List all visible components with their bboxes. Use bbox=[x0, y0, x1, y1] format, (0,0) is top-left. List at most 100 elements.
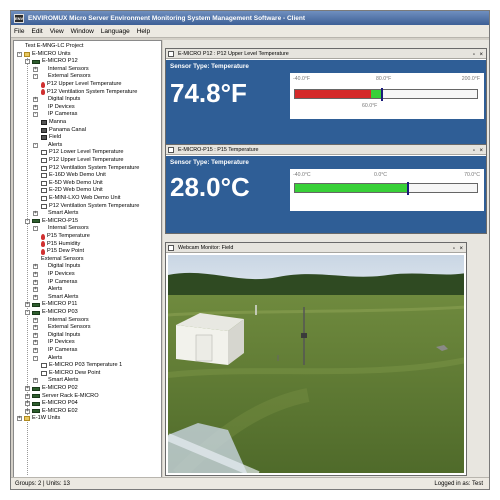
tree-node[interactable]: P12 Ventilation System Temperature bbox=[41, 203, 139, 210]
tree-node[interactable]: - E-MICRO P03 bbox=[25, 309, 78, 316]
tree-node[interactable]: - Internal Sensors bbox=[33, 225, 89, 232]
tree-node[interactable]: - E-MICRO-P15 bbox=[25, 218, 78, 225]
expand-toggle-icon[interactable]: + bbox=[33, 378, 38, 384]
collapse-toggle-icon[interactable]: - bbox=[33, 355, 38, 361]
tree-node[interactable]: - IP Cameras bbox=[33, 111, 77, 118]
tree-node[interactable]: - Alerts bbox=[33, 142, 62, 149]
tree-node[interactable]: + External Sensors bbox=[33, 324, 91, 331]
tree-node[interactable]: + Server Rack E-MICRO bbox=[25, 393, 99, 400]
sensor-window-p15[interactable]: E-MICRO-P15 : P15 Temperature ▫ × Sensor… bbox=[165, 144, 487, 234]
tree-node[interactable]: P12 Ventilation System Temperature bbox=[41, 89, 137, 96]
tree-node[interactable]: P15 Dew Point bbox=[41, 248, 84, 255]
expand-toggle-icon[interactable]: + bbox=[25, 408, 30, 414]
close-icon[interactable]: × bbox=[459, 244, 463, 254]
expand-toggle-icon[interactable]: + bbox=[25, 393, 30, 399]
tree-node[interactable]: + IP Cameras bbox=[33, 347, 77, 354]
expand-toggle-icon[interactable]: + bbox=[33, 332, 38, 338]
restore-icon[interactable]: ▫ bbox=[473, 146, 475, 156]
expand-toggle-icon[interactable]: + bbox=[33, 279, 38, 285]
collapse-toggle-icon[interactable]: - bbox=[33, 74, 38, 80]
tree-node[interactable]: + Smart Alerts bbox=[33, 377, 78, 384]
tree-node[interactable]: E-5D Web Demo Unit bbox=[41, 180, 103, 187]
tree-node[interactable]: + E-MICRO P02 bbox=[25, 385, 78, 392]
expand-toggle-icon[interactable]: + bbox=[33, 317, 38, 323]
tree-node[interactable]: + Smart Alerts bbox=[33, 210, 78, 217]
tree-node[interactable]: E-MICRO P03 Temperature 1 bbox=[41, 362, 122, 369]
tree-node[interactable]: - E-MICRO Units bbox=[17, 51, 71, 58]
expand-toggle-icon[interactable]: + bbox=[33, 272, 38, 277]
tree-node[interactable]: + Alerts bbox=[33, 286, 62, 293]
tree-node[interactable]: Test E-MNG-LC Project bbox=[17, 43, 83, 50]
tree-node[interactable]: P15 Temperature bbox=[41, 233, 90, 240]
expand-toggle-icon[interactable]: + bbox=[33, 66, 38, 72]
tree-node[interactable]: + Digital Inputs bbox=[33, 263, 80, 270]
expand-toggle-icon[interactable]: + bbox=[17, 416, 22, 422]
restore-icon[interactable]: ▫ bbox=[453, 244, 455, 254]
project-tree[interactable]: Test E-MNG-LC Project - E-MICRO Units - E-MI… bbox=[13, 40, 162, 478]
menu-help[interactable]: Help bbox=[137, 28, 150, 35]
expand-toggle-icon[interactable]: + bbox=[33, 211, 38, 217]
expand-toggle-icon[interactable]: + bbox=[25, 386, 30, 391]
tree-node[interactable]: P12 Upper Level Temperature bbox=[41, 81, 122, 88]
collapse-toggle-icon[interactable]: - bbox=[25, 59, 30, 65]
tree-node[interactable]: + Digital Inputs bbox=[33, 332, 80, 339]
webcam-window[interactable]: Webcam Monitor: Field ▫ × bbox=[165, 242, 467, 476]
expand-toggle-icon[interactable]: + bbox=[33, 348, 38, 353]
tree-node[interactable]: E-2D Web Demo Unit bbox=[41, 187, 103, 194]
tree-node[interactable]: + E-MICRO P04 bbox=[25, 400, 78, 407]
menu-window[interactable]: Window bbox=[71, 28, 94, 35]
menu-view[interactable]: View bbox=[50, 28, 64, 35]
sensor-window-p12[interactable]: E-MICRO P12 : P12 Upper Level Temperatur… bbox=[165, 48, 487, 150]
close-icon[interactable]: × bbox=[479, 146, 483, 156]
collapse-toggle-icon[interactable]: - bbox=[33, 142, 38, 148]
restore-icon[interactable]: ▫ bbox=[473, 50, 475, 60]
close-icon[interactable]: × bbox=[479, 50, 483, 60]
menu-language[interactable]: Language bbox=[101, 28, 130, 35]
menu-file[interactable]: File bbox=[14, 28, 24, 35]
webcam-window-titlebar[interactable]: Webcam Monitor: Field ▫ × bbox=[166, 243, 466, 253]
tree-node[interactable]: E-16D Web Demo Unit bbox=[41, 172, 106, 179]
expand-toggle-icon[interactable]: + bbox=[33, 264, 38, 270]
tree-node[interactable]: + E-MICRO E02 bbox=[25, 408, 78, 415]
tree-node[interactable]: P12 Lower Level Temperature bbox=[41, 149, 124, 156]
tree-node[interactable]: External Sensors bbox=[33, 256, 84, 263]
collapse-toggle-icon[interactable]: - bbox=[25, 310, 30, 315]
tree-node[interactable]: + E-1W Units bbox=[17, 415, 60, 422]
expand-toggle-icon[interactable]: + bbox=[33, 294, 38, 300]
collapse-toggle-icon[interactable]: - bbox=[17, 51, 22, 57]
expand-toggle-icon[interactable]: + bbox=[25, 302, 30, 308]
tree-node[interactable]: P12 Upper Level Temperature bbox=[41, 157, 124, 164]
expand-toggle-icon[interactable]: + bbox=[33, 104, 38, 110]
tree-node[interactable]: - E-MICRO P12 bbox=[25, 58, 78, 65]
tree-node[interactable]: - External Sensors bbox=[33, 73, 91, 80]
collapse-toggle-icon[interactable]: - bbox=[25, 218, 30, 224]
tree-node[interactable]: + Internal Sensors bbox=[33, 66, 89, 73]
expand-toggle-icon[interactable]: + bbox=[33, 340, 38, 346]
tree-node[interactable]: Field bbox=[41, 134, 61, 141]
expand-toggle-icon[interactable]: + bbox=[33, 287, 38, 293]
tree-node[interactable]: + Internal Sensors bbox=[33, 317, 89, 324]
tree-node[interactable]: + IP Devices bbox=[33, 271, 75, 278]
tree-node[interactable]: Manna bbox=[41, 119, 66, 126]
tree-node[interactable]: + IP Devices bbox=[33, 104, 75, 111]
tree-node[interactable]: - Alerts bbox=[33, 355, 62, 362]
tree-node[interactable]: Panama Canal bbox=[41, 127, 86, 134]
collapse-toggle-icon[interactable]: - bbox=[33, 112, 38, 118]
tree-node[interactable]: E-MINI-LXO Web Demo Unit bbox=[41, 195, 120, 202]
tree-node[interactable]: + IP Cameras bbox=[33, 279, 77, 286]
sensor-window-p15-titlebar[interactable]: E-MICRO-P15 : P15 Temperature ▫ × bbox=[166, 145, 486, 155]
expand-toggle-icon[interactable]: + bbox=[33, 97, 38, 103]
collapse-toggle-icon[interactable]: - bbox=[33, 226, 38, 232]
tree-node[interactable]: P15 Humidity bbox=[41, 241, 80, 248]
tree-node[interactable]: P12 Ventilation System Temperature bbox=[41, 165, 139, 172]
tree-node[interactable]: E-MICRO Dew Point bbox=[41, 370, 100, 377]
menu-edit[interactable]: Edit bbox=[31, 28, 42, 35]
sensor-window-p12-titlebar[interactable]: E-MICRO P12 : P12 Upper Level Temperatur… bbox=[166, 49, 486, 59]
tree-node[interactable]: + E-MICRO P11 bbox=[25, 301, 77, 308]
window-titlebar[interactable]: ENV ENVIROMUX Micro Server Environment M… bbox=[11, 11, 489, 25]
expand-toggle-icon[interactable]: + bbox=[25, 401, 30, 407]
tree-node[interactable]: + IP Devices bbox=[33, 339, 75, 346]
tree-node[interactable]: + Smart Alerts bbox=[33, 294, 78, 301]
tree-node[interactable]: + Digital Inputs bbox=[33, 96, 80, 103]
expand-toggle-icon[interactable]: + bbox=[33, 325, 38, 331]
